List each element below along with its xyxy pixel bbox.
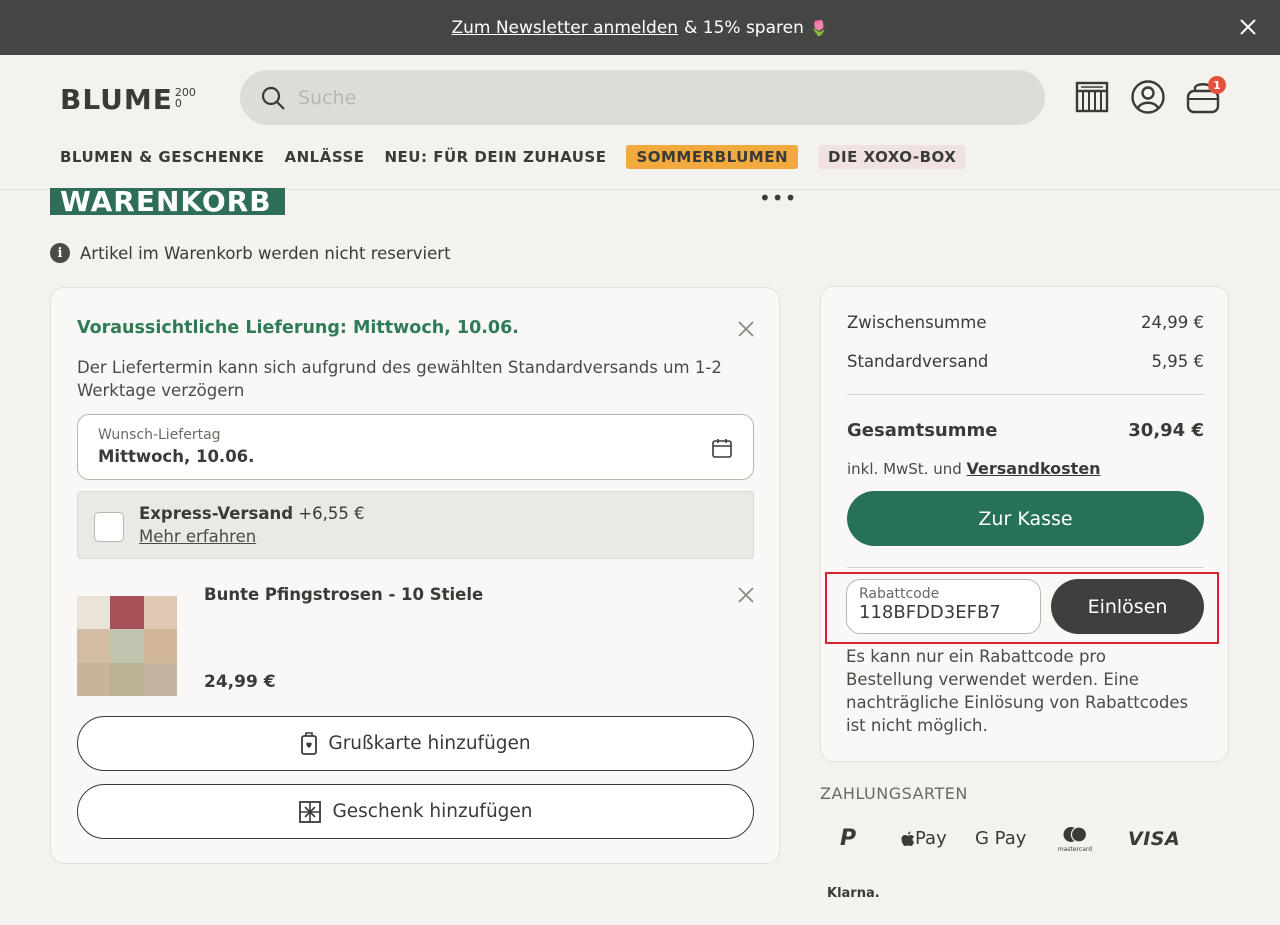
nav-item-sommerblumen[interactable]: SOMMERBLUMEN [626, 145, 799, 169]
logo-text: BLUME [60, 83, 173, 116]
site-header: BLUME 2000 [0, 55, 1280, 190]
delivery-date-field[interactable]: Wunsch-Liefertag Mittwoch, 10.06. [77, 414, 754, 480]
product-name[interactable]: Bunte Pfingstrosen - 10 Stiele [204, 585, 483, 604]
promo-code-label: Rabattcode [859, 586, 940, 602]
search-bar[interactable] [240, 70, 1045, 125]
paypal-icon: P [840, 826, 857, 851]
express-checkbox[interactable] [94, 512, 124, 542]
tax-note-text: inkl. MwSt. und [847, 460, 962, 478]
greeting-card-icon [301, 731, 318, 755]
product-image-tile [110, 596, 144, 630]
search-input[interactable] [298, 86, 998, 109]
subtotal-value: 24,99 € [1141, 313, 1204, 332]
close-delivery-icon[interactable] [737, 320, 755, 338]
express-label: Express-Versand [139, 504, 294, 523]
delivery-text: Der Liefertermin kann sich aufgrund des … [77, 358, 722, 400]
greeting-card-label: Grußkarte hinzufügen [328, 733, 531, 754]
mastercard-circles [1063, 826, 1088, 843]
promo-code-field[interactable]: Rabattcode 118BFDD3EFB7 [846, 579, 1041, 634]
apple-pay-text: Pay [915, 828, 947, 849]
visa-icon: VISA [1128, 828, 1181, 850]
delivery-date-value: Mittwoch, 10.06. [98, 447, 255, 466]
shipping-label: Standardversand [847, 352, 989, 371]
total-value: 30,94 € [1128, 420, 1204, 441]
product-image-tile [143, 629, 177, 663]
info-icon: i [50, 243, 70, 263]
redeem-button[interactable]: Einlösen [1051, 579, 1204, 634]
logo-sup: 2000 [174, 86, 196, 110]
cart-items-card: Voraussichtliche Lieferung: Mittwoch, 10… [50, 287, 780, 864]
tax-note: inkl. MwSt. und Versandkosten [847, 459, 1101, 478]
product-image[interactable] [77, 596, 177, 696]
main-nav: BLUMEN & GESCHENKE ANLÄSSE NEU: FÜR DEIN… [60, 145, 967, 169]
checkout-divider [847, 567, 1204, 568]
nav-item-xoxo-box[interactable]: DIE XOXO-BOX [818, 145, 967, 169]
account-icon[interactable] [1130, 79, 1166, 115]
add-gift-button[interactable]: Geschenk hinzufügen [77, 784, 754, 839]
mastercard-text: mastercard [1057, 846, 1093, 853]
tulip-icon: 🌷 [809, 18, 829, 37]
promo-code-input[interactable]: 118BFDD3EFB7 [859, 602, 1001, 623]
shipping-costs-link[interactable]: Versandkosten [967, 459, 1101, 478]
page-title: WARENKORB [50, 188, 285, 215]
delivery-date-label: Wunsch-Liefertag [98, 427, 221, 443]
delivery-title: Voraussichtliche Lieferung: Mittwoch, 10… [77, 318, 519, 338]
apple-icon [901, 831, 914, 846]
add-greeting-card-button[interactable]: Grußkarte hinzufügen [77, 716, 754, 771]
subtotal-label: Zwischensumme [847, 313, 987, 332]
total-row: Gesamtsumme 30,94 € [847, 420, 1204, 441]
product-image-tile [77, 662, 111, 696]
cart-count-badge: 1 [1208, 76, 1226, 94]
payment-methods-title: ZAHLUNGSARTEN [820, 784, 968, 803]
product-image-tile [143, 662, 177, 696]
reservation-info: i Artikel im Warenkorb werden nicht rese… [50, 243, 451, 263]
nav-item-zuhause[interactable]: NEU: FÜR DEIN ZUHAUSE [385, 148, 607, 166]
banner-close-icon[interactable] [1238, 17, 1258, 37]
gift-icon [299, 800, 322, 823]
banner-text: & 15% sparen [684, 17, 804, 38]
shipping-row: Standardversand 5,95 € [847, 352, 1204, 371]
info-text: Artikel im Warenkorb werden nicht reserv… [80, 243, 451, 263]
search-icon [261, 86, 285, 110]
calendar-icon[interactable] [711, 437, 733, 459]
total-label: Gesamtsumme [847, 420, 998, 441]
google-pay-icon: G Pay [975, 828, 1027, 849]
product-image-tile [77, 629, 111, 663]
promo-note: Es kann nur ein Rabattcode pro Bestellun… [846, 647, 1189, 735]
shipping-value: 5,95 € [1151, 352, 1204, 371]
express-title: Express-Versand +6,55 € [139, 504, 365, 523]
gift-label: Geschenk hinzufügen [332, 801, 533, 822]
store-icon[interactable] [1074, 79, 1110, 115]
checkout-button[interactable]: Zur Kasse [847, 491, 1204, 546]
more-options-icon[interactable]: ••• [759, 186, 797, 210]
product-image-tile [110, 662, 144, 696]
express-shipping-option: Express-Versand +6,55 € Mehr erfahren [77, 491, 754, 559]
product-price: 24,99 € [204, 672, 276, 692]
apple-pay-icon: Pay [901, 828, 947, 849]
mastercard-icon: mastercard [1053, 826, 1097, 853]
newsletter-banner: Zum Newsletter anmelden & 15% sparen 🌷 [0, 0, 1280, 55]
express-more-link[interactable]: Mehr erfahren [139, 527, 256, 546]
product-image-tile [77, 596, 111, 630]
subtotal-row: Zwischensumme 24,99 € [847, 313, 1204, 332]
product-image-tile [110, 629, 144, 663]
product-image-tile [143, 596, 177, 630]
nav-item-blumen[interactable]: BLUMEN & GESCHENKE [60, 148, 264, 166]
logo[interactable]: BLUME 2000 [60, 83, 199, 116]
newsletter-link[interactable]: Zum Newsletter anmelden [451, 18, 678, 38]
nav-item-anlaesse[interactable]: ANLÄSSE [284, 148, 364, 166]
klarna-icon: Klarna. [827, 886, 880, 901]
express-price: +6,55 € [298, 504, 365, 523]
summary-divider [847, 394, 1204, 395]
remove-item-icon[interactable] [737, 586, 755, 604]
